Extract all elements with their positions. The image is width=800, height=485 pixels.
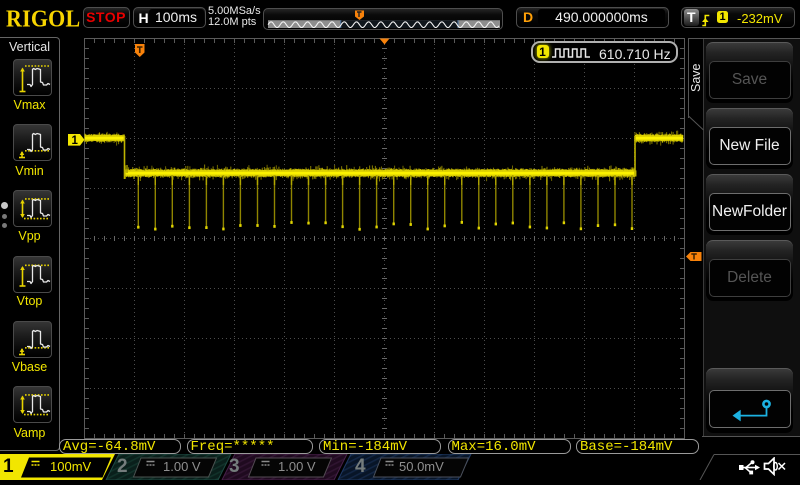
svg-text:1: 1 [72, 135, 79, 147]
